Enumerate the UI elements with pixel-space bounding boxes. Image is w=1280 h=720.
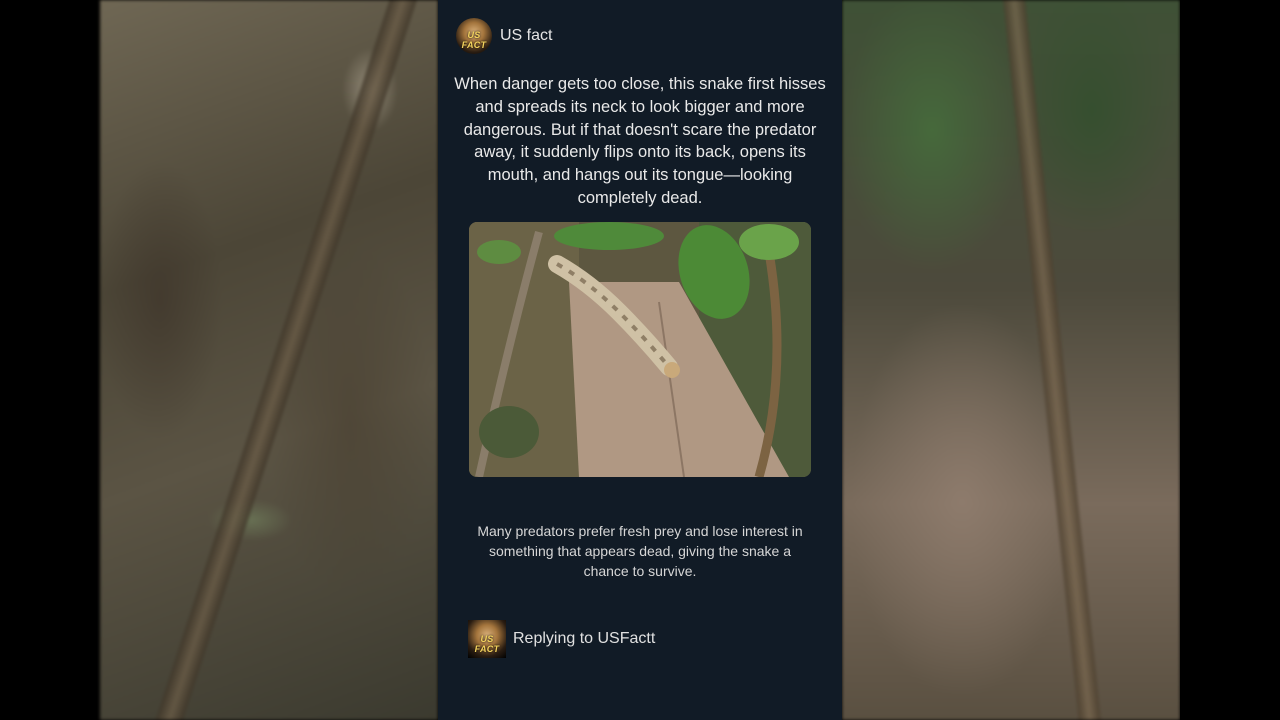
avatar-logo-text: US FACT xyxy=(474,634,500,654)
letterbox-right xyxy=(1180,0,1280,720)
video-frame: US FACT US fact When danger gets too clo… xyxy=(0,0,1280,720)
post-main-text: When danger gets too close, this snake f… xyxy=(454,75,826,207)
blurred-background-right xyxy=(842,0,1180,720)
reply-avatar[interactable]: US FACT xyxy=(468,620,506,658)
snake-photo[interactable] xyxy=(469,222,811,477)
post-secondary-text: Many predators prefer fresh prey and los… xyxy=(477,523,803,579)
reply-row[interactable]: US FACT Replying to USFactt xyxy=(468,620,655,658)
channel-name[interactable]: US fact xyxy=(500,27,552,45)
post-card: US FACT US fact When danger gets too clo… xyxy=(438,0,842,720)
post-header: US FACT US fact xyxy=(456,18,552,54)
snake-photo-illustration xyxy=(469,222,811,477)
channel-avatar[interactable]: US FACT xyxy=(456,18,492,54)
replying-to-label[interactable]: Replying to USFactt xyxy=(513,630,655,648)
blurred-background-left xyxy=(100,0,438,720)
avatar-logo-text: US FACT xyxy=(461,30,487,50)
letterbox-left xyxy=(0,0,100,720)
